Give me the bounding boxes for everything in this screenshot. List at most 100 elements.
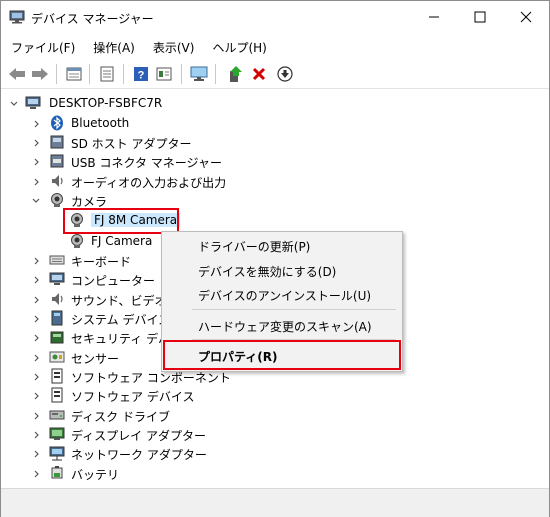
security-icon bbox=[50, 331, 64, 344]
keyboard-icon bbox=[49, 255, 65, 265]
tree-root-label: DESKTOP-FSBFC7R bbox=[49, 96, 163, 110]
toolbar-separator bbox=[56, 64, 57, 84]
system-icon bbox=[51, 310, 63, 326]
camera-device-icon bbox=[71, 234, 83, 248]
help-button[interactable]: ? bbox=[131, 64, 151, 84]
tree-item-label: オーディオの入力および出力 bbox=[71, 176, 227, 190]
menu-view[interactable]: 表示(V) bbox=[143, 37, 203, 57]
tree-item-label: ディスプレイ アダプター bbox=[71, 429, 206, 443]
update-driver-button[interactable] bbox=[225, 64, 245, 84]
computer-icon bbox=[49, 272, 65, 285]
expand-arrow-icon[interactable] bbox=[31, 176, 41, 188]
expand-arrow-icon[interactable] bbox=[31, 352, 41, 364]
tree-item-disk[interactable]: ディスク ドライブ bbox=[1, 406, 541, 425]
window-title: デバイス マネージャー bbox=[31, 12, 154, 26]
forward-button[interactable] bbox=[30, 64, 50, 84]
svg-text:?: ? bbox=[138, 70, 145, 82]
expand-arrow-icon[interactable] bbox=[31, 274, 41, 286]
context-disable-device[interactable]: デバイスを無効にする(D) bbox=[198, 263, 336, 280]
expand-arrow-icon[interactable] bbox=[31, 429, 41, 441]
tree-root[interactable]: DESKTOP-FSBFC7R bbox=[1, 94, 541, 113]
software-device-icon bbox=[51, 387, 63, 403]
tree-item-usb[interactable]: USB コネクタ マネージャー bbox=[1, 152, 541, 171]
tree-item-label: キーボード bbox=[71, 255, 132, 269]
expand-arrow-icon[interactable] bbox=[31, 468, 41, 480]
tree-item-display[interactable]: ディスプレイ アダプター bbox=[1, 425, 541, 444]
expand-arrow-icon[interactable] bbox=[31, 137, 41, 149]
expand-arrow-icon[interactable] bbox=[31, 390, 41, 402]
tree-item-label: FJ Camera bbox=[91, 234, 153, 248]
details-button[interactable] bbox=[97, 64, 117, 84]
title-bar: デバイス マネージャー bbox=[1, 1, 549, 35]
tree-item-sd-host[interactable]: SD ホスト アダプター bbox=[1, 133, 541, 152]
context-scan-hardware[interactable]: ハードウェア変更のスキャン(A) bbox=[198, 318, 372, 335]
expand-arrow-icon[interactable] bbox=[31, 156, 41, 168]
expand-arrow-icon[interactable] bbox=[31, 118, 41, 130]
properties-icon bbox=[66, 67, 82, 81]
network-icon bbox=[49, 446, 65, 461]
properties-button[interactable] bbox=[64, 64, 84, 84]
tree-item-audio[interactable]: オーディオの入力および出力 bbox=[1, 172, 541, 191]
toolbar-separator bbox=[89, 64, 90, 84]
context-uninstall-device[interactable]: デバイスのアンインストール(U) bbox=[198, 287, 371, 304]
minimize-button[interactable] bbox=[411, 1, 457, 33]
tree-item-label: コンピューター bbox=[71, 274, 156, 288]
menu-action[interactable]: 操作(A) bbox=[83, 37, 143, 57]
expand-arrow-icon[interactable] bbox=[31, 313, 41, 325]
bluetooth-icon bbox=[51, 115, 63, 131]
tree-item-bluetooth[interactable]: Bluetooth bbox=[1, 114, 541, 133]
tree-item-network[interactable]: ネットワーク アダプター bbox=[1, 444, 541, 463]
tree-item-battery[interactable]: バッテリ bbox=[1, 464, 541, 483]
device-manager-app-icon bbox=[9, 10, 25, 24]
expand-arrow-icon[interactable] bbox=[31, 410, 41, 422]
collapse-arrow-icon[interactable] bbox=[9, 98, 19, 110]
view-button[interactable] bbox=[154, 64, 174, 84]
menu-bar: ファイル(F) 操作(A) 表示(V) ヘルプ(H) bbox=[1, 37, 275, 57]
expand-arrow-icon[interactable] bbox=[31, 255, 41, 267]
display-icon bbox=[49, 427, 65, 440]
tree-item-label: ソフトウェア デバイス bbox=[71, 390, 195, 404]
close-icon bbox=[520, 11, 532, 23]
details-icon bbox=[100, 66, 114, 82]
monitor-button[interactable] bbox=[189, 64, 209, 84]
back-icon bbox=[9, 68, 25, 80]
uninstall-button[interactable] bbox=[249, 64, 269, 84]
sound-icon bbox=[52, 293, 63, 305]
toolbar-separator bbox=[181, 64, 182, 84]
expand-arrow-icon[interactable] bbox=[31, 371, 41, 383]
status-bar bbox=[1, 488, 549, 517]
maximize-icon bbox=[474, 11, 486, 23]
audio-icon bbox=[52, 175, 63, 187]
close-button[interactable] bbox=[503, 1, 549, 33]
tree-item-label: SD ホスト アダプター bbox=[71, 137, 192, 151]
expand-arrow-icon[interactable] bbox=[31, 294, 41, 306]
tree-item-software-device[interactable]: ソフトウェア デバイス bbox=[1, 386, 541, 405]
help-icon: ? bbox=[134, 67, 148, 82]
battery-icon bbox=[51, 466, 63, 479]
highlight-box-properties bbox=[163, 340, 401, 370]
back-button[interactable] bbox=[7, 64, 27, 84]
download-button[interactable] bbox=[275, 64, 295, 84]
menu-file[interactable]: ファイル(F) bbox=[1, 37, 83, 57]
collapse-arrow-icon[interactable] bbox=[31, 195, 41, 207]
toolbar-separator bbox=[123, 64, 124, 84]
menu-help[interactable]: ヘルプ(H) bbox=[202, 37, 274, 57]
download-icon bbox=[277, 66, 293, 82]
uninstall-icon bbox=[252, 67, 266, 81]
toolbar-separator bbox=[215, 64, 216, 84]
expand-arrow-icon[interactable] bbox=[31, 448, 41, 460]
view-icon bbox=[156, 67, 172, 81]
sd-host-icon bbox=[50, 135, 64, 149]
computer-root-icon bbox=[25, 96, 41, 109]
tree-item-label: センサー bbox=[71, 352, 120, 366]
tree-item-label: USB コネクタ マネージャー bbox=[71, 156, 222, 170]
tree-item-label: Bluetooth bbox=[71, 116, 130, 130]
tree-item-label: ネットワーク アダプター bbox=[71, 448, 207, 462]
maximize-button[interactable] bbox=[457, 1, 503, 33]
tree-item-label: ディスク ドライブ bbox=[71, 410, 170, 424]
monitor-icon bbox=[190, 66, 208, 81]
context-update-driver[interactable]: ドライバーの更新(P) bbox=[198, 238, 310, 255]
expand-arrow-icon[interactable] bbox=[31, 332, 41, 344]
context-separator bbox=[192, 309, 396, 310]
sensor-icon bbox=[49, 351, 65, 363]
